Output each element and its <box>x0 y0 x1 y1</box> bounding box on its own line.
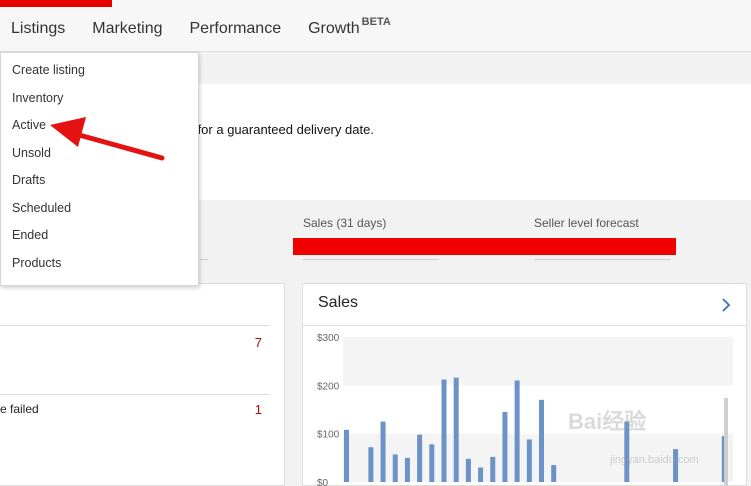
menu-item-inventory[interactable]: Inventory <box>12 91 63 105</box>
sales-bar[interactable] <box>429 444 435 482</box>
sales-bar[interactable] <box>526 439 532 482</box>
tab-performance[interactable]: Performance <box>190 20 282 38</box>
sales-bar[interactable] <box>514 380 520 483</box>
sales-bar[interactable] <box>380 421 386 482</box>
banner-text: ook for a guaranteed delivery date. <box>173 122 374 137</box>
y-tick-label: $200 <box>317 381 340 392</box>
tab-listings[interactable]: Listings <box>11 20 65 38</box>
sales-bar[interactable] <box>417 434 423 482</box>
task-count-1[interactable]: 7 <box>255 335 262 350</box>
y-tick-label: $100 <box>317 430 340 441</box>
card-divider <box>0 394 270 395</box>
menu-item-drafts[interactable]: Drafts <box>12 173 45 187</box>
redaction-bar-top <box>0 0 112 7</box>
watermark-url: jingyan.baidu.com <box>610 454 699 466</box>
redacted-values <box>293 238 676 255</box>
sales-bar[interactable] <box>392 454 398 482</box>
tasks-card: 7 e failed 1 <box>0 283 285 486</box>
menu-item-products[interactable]: Products <box>12 256 61 270</box>
chevron-right-icon[interactable] <box>720 296 732 314</box>
sales-bar[interactable] <box>465 458 471 482</box>
chart-band-1 <box>343 337 733 386</box>
watermark-text: Bai经验 <box>568 409 647 434</box>
menu-item-create-listing[interactable]: Create listing <box>12 63 85 77</box>
sales-card-header: Sales <box>303 284 746 326</box>
sales-bar[interactable] <box>551 465 557 482</box>
listings-dropdown-menu: Create listing Inventory Active Unsold D… <box>0 52 199 286</box>
sales-bar[interactable] <box>539 399 544 482</box>
stat-divider-left <box>200 259 208 260</box>
sales-bar[interactable] <box>441 379 447 482</box>
sales-bar[interactable] <box>344 429 349 482</box>
stat-divider-sales <box>303 259 439 260</box>
sales-bar[interactable] <box>368 447 374 482</box>
menu-item-scheduled[interactable]: Scheduled <box>12 201 71 215</box>
seller-level-forecast-label: Seller level forecast <box>534 216 639 230</box>
y-tick-label: $300 <box>317 333 340 344</box>
main-nav: Listings Marketing Performance Growth BET… <box>0 16 407 38</box>
sales-31-days-label: Sales (31 days) <box>303 216 387 230</box>
menu-item-ended[interactable]: Ended <box>12 228 48 242</box>
sales-bar[interactable] <box>404 457 410 482</box>
task-count-2[interactable]: 1 <box>255 402 262 417</box>
sales-bar[interactable] <box>478 467 484 483</box>
tab-marketing[interactable]: Marketing <box>92 20 162 38</box>
sales-bar[interactable] <box>490 456 496 482</box>
menu-item-unsold[interactable]: Unsold <box>12 146 51 160</box>
menu-item-active[interactable]: Active <box>12 118 46 132</box>
card-divider <box>0 325 270 326</box>
y-tick-label: $0 <box>317 478 329 486</box>
scrollbar[interactable] <box>724 398 728 486</box>
top-nav-bar: Listings Marketing Performance Growth BET… <box>0 0 751 52</box>
tab-growth[interactable]: Growth BETA <box>308 16 391 38</box>
sales-bar[interactable] <box>453 377 459 482</box>
beta-badge: BETA <box>361 16 391 28</box>
stat-divider-seller <box>534 259 670 260</box>
task-row-text: e failed <box>0 402 39 416</box>
tab-growth-label: Growth <box>308 20 360 37</box>
sales-title: Sales <box>318 294 359 311</box>
sales-bar[interactable] <box>502 411 508 482</box>
